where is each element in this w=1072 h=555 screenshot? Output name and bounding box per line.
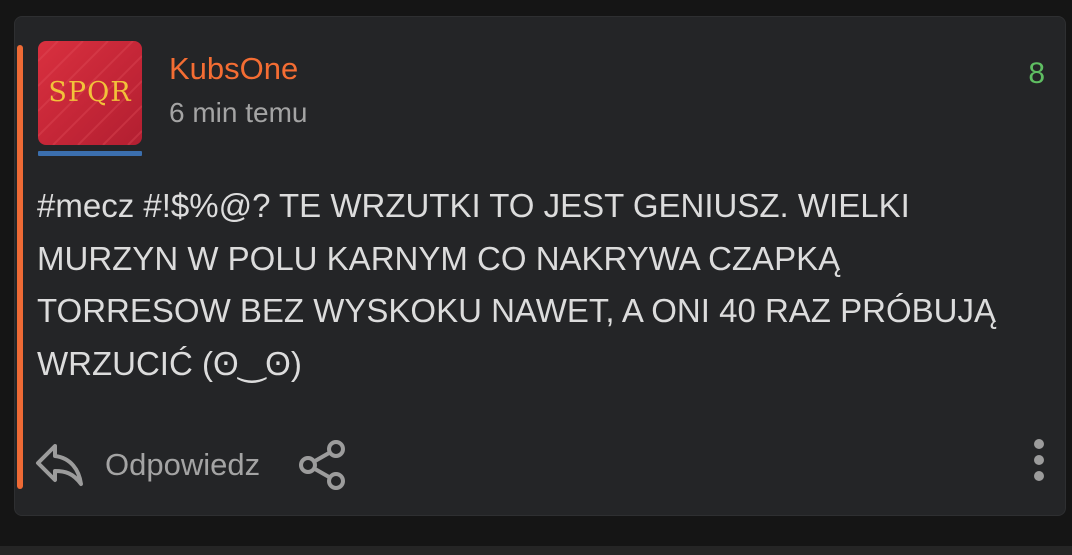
comment-actions: Odpowiedz	[35, 437, 350, 493]
avatar-text: SPQR	[48, 77, 132, 108]
avatar[interactable]: SPQR	[38, 41, 142, 145]
share-icon[interactable]	[294, 437, 350, 493]
thread-accent-bar	[17, 45, 23, 489]
vote-count[interactable]: 8	[1028, 57, 1045, 91]
reply-icon[interactable]	[35, 442, 85, 488]
author-name[interactable]: KubsOne	[169, 51, 298, 87]
reply-button[interactable]: Odpowiedz	[105, 447, 260, 483]
comment-text: #mecz #!$%@? TE WRZUTKI TO JEST GENIUSZ.…	[37, 187, 996, 382]
comment-card: SPQR KubsOne 6 min temu 8 #mecz #!$%@? T…	[14, 16, 1066, 516]
avatar-underline	[38, 151, 142, 156]
post-time: 6 min temu	[169, 97, 308, 128]
next-card-edge	[0, 546, 1072, 555]
more-vertical-icon[interactable]	[1031, 437, 1047, 483]
